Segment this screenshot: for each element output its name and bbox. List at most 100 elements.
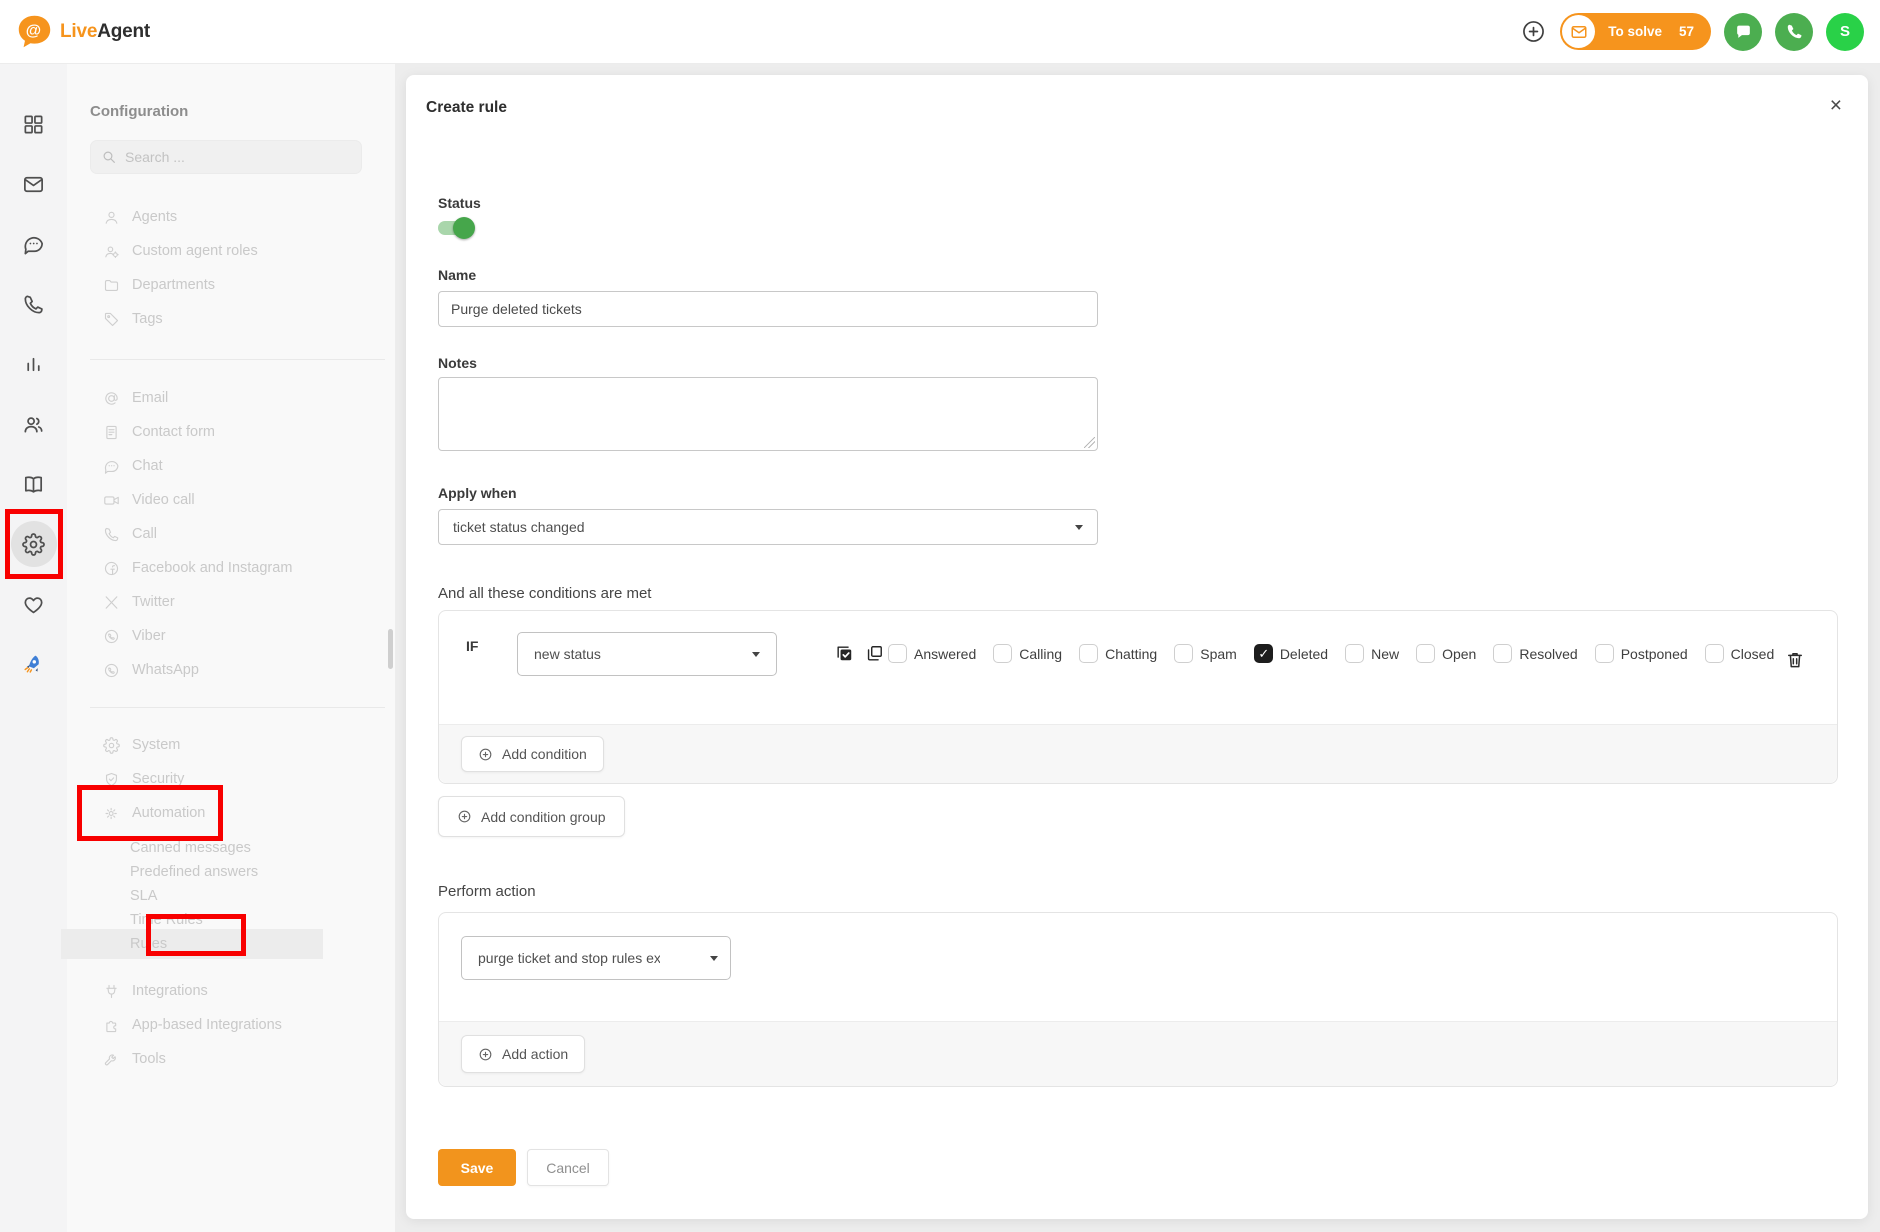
- apply-when-select[interactable]: ticket status changed: [438, 509, 1098, 545]
- select-all-button[interactable]: [835, 644, 854, 663]
- sidebar-scrollbar[interactable]: [388, 629, 393, 669]
- checkbox[interactable]: [993, 644, 1012, 663]
- sidebar-item-app-based-integrations[interactable]: App-based Integrations: [103, 1008, 395, 1042]
- add-condition-button[interactable]: Add condition: [461, 736, 604, 772]
- checkbox-resolved[interactable]: Resolved: [1493, 644, 1577, 663]
- sidebar-item-label: Tools: [132, 1051, 166, 1067]
- checkbox-spam[interactable]: Spam: [1174, 644, 1237, 663]
- chats-button[interactable]: [1724, 13, 1762, 51]
- plus-circle-icon: [478, 1047, 493, 1062]
- sidebar-item-label: Call: [132, 526, 157, 542]
- phone-icon: [103, 526, 120, 543]
- sidebar-item-custom-agent-roles[interactable]: Custom agent roles: [103, 234, 395, 268]
- checkbox-label: New: [1371, 646, 1399, 662]
- sidebar-item-chat[interactable]: Chat: [103, 449, 395, 483]
- copy-selection-button[interactable]: [865, 644, 884, 663]
- checkbox[interactable]: [1416, 644, 1435, 663]
- sidebar-item-system[interactable]: System: [103, 728, 395, 762]
- checkbox-calling[interactable]: Calling: [993, 644, 1062, 663]
- checkbox[interactable]: [888, 644, 907, 663]
- delete-condition-button[interactable]: [1785, 650, 1805, 670]
- checkbox[interactable]: [1345, 644, 1364, 663]
- whatsapp-icon: [103, 662, 120, 679]
- condition-card-footer: Add condition: [439, 724, 1837, 783]
- sidebar-item-departments[interactable]: Departments: [103, 268, 395, 302]
- name-label: Name: [438, 267, 1868, 283]
- action-select[interactable]: purge ticket and stop rules execution: [461, 936, 731, 980]
- save-button[interactable]: Save: [438, 1149, 516, 1186]
- cancel-button[interactable]: Cancel: [527, 1149, 609, 1186]
- sidebar-item-automation[interactable]: Automation: [103, 796, 395, 830]
- chevron-down-icon: [710, 956, 718, 961]
- search-input[interactable]: [125, 149, 325, 165]
- if-label: IF: [466, 638, 478, 654]
- rail-calls[interactable]: [0, 274, 67, 334]
- status-checkbox-row: Answered Calling Chatting Spam Deleted N…: [888, 644, 1774, 663]
- checkbox[interactable]: [1493, 644, 1512, 663]
- sidebar-search[interactable]: [90, 140, 362, 174]
- sidebar-item-twitter[interactable]: Twitter: [103, 585, 395, 619]
- checkbox[interactable]: [1079, 644, 1098, 663]
- checkbox-label: Calling: [1019, 646, 1062, 662]
- sidebar-item-whatsapp[interactable]: WhatsApp: [103, 653, 395, 687]
- checkbox-deleted[interactable]: Deleted: [1254, 644, 1328, 663]
- sidebar-item-integrations[interactable]: Integrations: [103, 974, 395, 1008]
- sidebar-item-agents[interactable]: Agents: [103, 200, 395, 234]
- sidebar-item-viber[interactable]: Viber: [103, 619, 395, 653]
- sidebar-item-label: Email: [132, 390, 168, 406]
- sidebar-item-canned-messages[interactable]: Canned messages: [103, 836, 395, 860]
- sidebar-item-sla[interactable]: SLA: [103, 884, 395, 908]
- sidebar-item-tools[interactable]: Tools: [103, 1042, 395, 1076]
- sidebar-item-tags[interactable]: Tags: [103, 302, 395, 336]
- checkbox-postponed[interactable]: Postponed: [1595, 644, 1688, 663]
- add-new-icon[interactable]: [1520, 18, 1547, 45]
- rocket-icon: [22, 653, 45, 676]
- rail-chats[interactable]: [0, 214, 67, 274]
- facebook-icon: [103, 560, 120, 577]
- checkbox[interactable]: [1254, 644, 1273, 663]
- add-condition-group-button[interactable]: Add condition group: [438, 796, 625, 837]
- rail-tickets[interactable]: [0, 154, 67, 214]
- rail-improve[interactable]: [0, 574, 67, 634]
- sidebar-item-label: Viber: [132, 628, 166, 644]
- rail-customers[interactable]: [0, 394, 67, 454]
- rule-name-input[interactable]: [438, 291, 1098, 327]
- sidebar-item-facebook-instagram[interactable]: Facebook and Instagram: [103, 551, 395, 585]
- sidebar-item-contact-form[interactable]: Contact form: [103, 415, 395, 449]
- sidebar-item-security[interactable]: Security: [103, 762, 395, 796]
- add-action-button[interactable]: Add action: [461, 1035, 585, 1073]
- checkbox[interactable]: [1174, 644, 1193, 663]
- liveagent-logo[interactable]: @ LiveAgent: [16, 13, 150, 50]
- brand-text: LiveAgent: [60, 21, 150, 43]
- sidebar-item-rules[interactable]: Rules: [103, 932, 395, 956]
- checkbox[interactable]: [1595, 644, 1614, 663]
- checkbox-chatting[interactable]: Chatting: [1079, 644, 1157, 663]
- condition-field-select[interactable]: new status: [517, 632, 777, 676]
- modal-header: Create rule ×: [406, 75, 1868, 123]
- rail-configuration[interactable]: [0, 514, 67, 574]
- checkbox-open[interactable]: Open: [1416, 644, 1476, 663]
- sidebar-item-call[interactable]: Call: [103, 517, 395, 551]
- checkbox-answered[interactable]: Answered: [888, 644, 976, 663]
- sidebar-item-email[interactable]: Email: [103, 381, 395, 415]
- notes-textarea[interactable]: [438, 377, 1098, 451]
- status-toggle[interactable]: [438, 221, 472, 235]
- rail-knowledge-base[interactable]: [0, 454, 67, 514]
- rail-reports[interactable]: [0, 334, 67, 394]
- phone-icon: [22, 293, 45, 316]
- user-avatar[interactable]: S: [1826, 13, 1864, 51]
- checkbox-new[interactable]: New: [1345, 644, 1399, 663]
- conditions-heading: And all these conditions are met: [438, 585, 1868, 602]
- to-solve-button[interactable]: To solve 57: [1560, 13, 1711, 50]
- sidebar-item-video-call[interactable]: Video call: [103, 483, 395, 517]
- calls-button[interactable]: [1775, 13, 1813, 51]
- sidebar-item-label: Twitter: [132, 594, 175, 610]
- sidebar-item-predefined-answers[interactable]: Predefined answers: [103, 860, 395, 884]
- checkbox[interactable]: [1705, 644, 1724, 663]
- rail-getting-started[interactable]: [0, 634, 67, 694]
- rail-dashboard[interactable]: [0, 94, 67, 154]
- checkbox-closed[interactable]: Closed: [1705, 644, 1775, 663]
- checkbox-label: Postponed: [1621, 646, 1688, 662]
- checkbox-label: Resolved: [1519, 646, 1577, 662]
- close-icon[interactable]: ×: [1830, 95, 1842, 116]
